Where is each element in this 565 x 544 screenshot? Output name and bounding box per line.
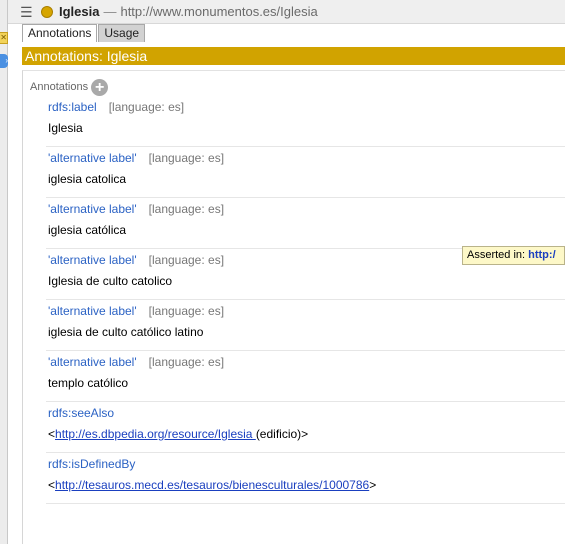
menu-icon[interactable]: ☰ (20, 5, 34, 19)
annotation-value: <http://es.dbpedia.org/resource/Iglesia … (48, 427, 565, 441)
annotation-row-alt-label[interactable]: 'alternative label' [language: es] iglesi… (46, 300, 565, 351)
annotation-row-is-defined-by[interactable]: rdfs:isDefinedBy <http://tesauros.mecd.e… (46, 453, 565, 504)
annotation-value: Iglesia (48, 121, 83, 135)
annotations-section-header: Annotations: Iglesia (22, 47, 565, 65)
annotation-language: [language: es] (108, 100, 185, 114)
navigate-arrow-icon[interactable]: › (0, 54, 8, 68)
annotation-language: [language: es] (148, 355, 225, 369)
view-tabs: Annotations Usage (22, 24, 146, 42)
entity-iri: http://www.monumentos.es/Iglesia (120, 4, 318, 19)
close-view-icon[interactable]: ✕ (0, 32, 8, 44)
annotation-property[interactable]: 'alternative label' (48, 304, 137, 318)
annotation-property[interactable]: 'alternative label' (48, 253, 137, 267)
annotation-value: iglesia de culto católico latino (48, 325, 204, 339)
entity-name: Iglesia (59, 4, 100, 19)
annotations-heading-label: Annotations (30, 81, 89, 93)
tab-usage[interactable]: Usage (98, 24, 146, 42)
annotation-value: templo católico (48, 376, 129, 390)
annotation-language: [language: es] (148, 151, 225, 165)
annotation-property[interactable]: 'alternative label' (48, 202, 137, 216)
entity-class-icon (41, 5, 53, 18)
annotation-value: iglesia católica (48, 223, 127, 237)
annotation-language: [language: es] (148, 253, 225, 267)
annotation-property[interactable]: rdfs:label (48, 100, 97, 114)
annotation-language: [language: es] (148, 202, 225, 216)
annotation-value: Iglesia de culto catolico (48, 274, 173, 288)
value-prefix: < (48, 427, 56, 441)
tooltip-label: Asserted in: (467, 249, 529, 261)
tooltip-link[interactable]: http:/ (528, 249, 555, 261)
annotations-heading: Annotations + (30, 78, 109, 96)
see-also-link[interactable]: http://es.dbpedia.org/resource/Iglesia (55, 427, 256, 441)
annotations-panel: Annotations + rdfs:label [language: es] I… (22, 70, 565, 544)
view-title-bar: ☰ Iglesia — http://www.monumentos.es/Igl… (8, 0, 565, 24)
add-annotation-icon[interactable]: + (91, 78, 109, 96)
annotation-value: iglesia catolica (48, 172, 127, 186)
annotation-row-alt-label[interactable]: 'alternative label' [language: es] iglesi… (46, 198, 565, 249)
annotation-property[interactable]: 'alternative label' (48, 151, 137, 165)
asserted-in-tooltip: Asserted in: http:/ (462, 246, 565, 265)
annotation-row-alt-label[interactable]: 'alternative label' [language: es] templo… (46, 351, 565, 402)
annotation-row-see-also[interactable]: rdfs:seeAlso <http://es.dbpedia.org/reso… (46, 402, 565, 453)
value-prefix: < (48, 478, 56, 492)
value-suffix: > (369, 478, 377, 492)
left-side-strip: ✕ › (0, 0, 8, 544)
title-separator: — (103, 4, 117, 19)
annotation-list: rdfs:label [language: es] Iglesia 'altern… (46, 96, 565, 504)
tab-annotations[interactable]: Annotations (22, 24, 98, 42)
annotation-language: [language: es] (148, 304, 225, 318)
value-suffix: (edificio)> (255, 427, 309, 441)
annotation-property[interactable]: rdfs:seeAlso (48, 406, 114, 420)
annotation-row-label[interactable]: rdfs:label [language: es] Iglesia (46, 96, 565, 147)
annotation-value: <http://tesauros.mecd.es/tesauros/bienes… (48, 478, 565, 492)
annotation-property[interactable]: rdfs:isDefinedBy (48, 457, 135, 471)
annotation-property[interactable]: 'alternative label' (48, 355, 137, 369)
annotation-row-alt-label[interactable]: 'alternative label' [language: es] iglesi… (46, 147, 565, 198)
is-defined-by-link[interactable]: http://tesauros.mecd.es/tesauros/bienesc… (55, 478, 369, 492)
